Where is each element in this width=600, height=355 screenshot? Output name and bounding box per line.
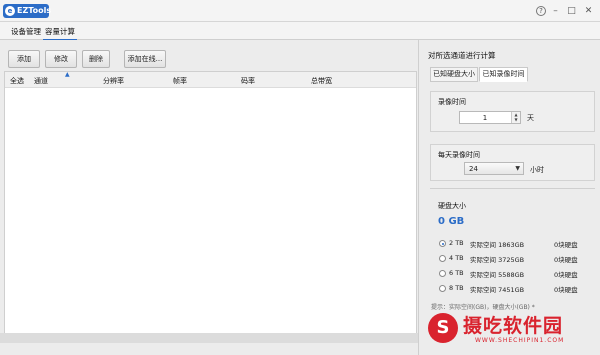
select-all-header[interactable]: 全选 — [10, 76, 24, 86]
edit-button[interactable]: 修改 — [45, 50, 77, 68]
app-title: EZTools — [17, 6, 52, 15]
daily-hours-select[interactable]: 24 ▼ — [464, 162, 524, 175]
record-days-unit: 天 — [527, 114, 534, 122]
app-logo-icon: e — [5, 6, 15, 16]
panel-title: 对所选通道进行计算 — [428, 51, 496, 60]
tab-device-management[interactable]: 设备管理 — [11, 26, 41, 37]
disk-option-6tb[interactable]: 6 TB 实际空间 5588GB 0块硬盘 — [439, 268, 589, 280]
daily-hours-unit: 小时 — [530, 166, 544, 174]
disk-option-2tb[interactable]: 2 TB 实际空间 1863GB 0块硬盘 — [439, 238, 589, 250]
bitrate-header[interactable]: 码率 — [241, 76, 255, 86]
total-bandwidth-header[interactable]: 总带宽 — [311, 76, 332, 86]
disk-option-real: 实际空间 5588GB — [470, 271, 525, 279]
add-button[interactable]: 添加 — [8, 50, 40, 68]
main-tabs: 设备管理 容量计算 — [0, 22, 600, 41]
disk-option-real: 实际空间 7451GB — [470, 286, 525, 294]
divider — [430, 188, 595, 189]
maximize-icon[interactable]: □ — [566, 6, 577, 17]
record-days-stepper[interactable]: 1 ▲ ▼ — [459, 111, 521, 124]
resolution-header[interactable]: 分辨率 — [103, 76, 124, 86]
daily-hours-value[interactable]: 24 — [469, 165, 478, 173]
disk-option-size: 2 TB — [449, 239, 464, 247]
disk-option-4tb[interactable]: 4 TB 实际空间 3725GB 0块硬盘 — [439, 253, 589, 265]
delete-button[interactable]: 删除 — [82, 50, 110, 68]
record-days-group: 录像时间 1 ▲ ▼ 天 — [430, 91, 595, 132]
disk-option-size: 6 TB — [449, 269, 464, 277]
record-days-label: 录像时间 — [438, 98, 466, 106]
disk-option-count: 0块硬盘 — [554, 271, 578, 279]
disk-option-size: 4 TB — [449, 254, 464, 262]
disk-total-value: 0 GB — [438, 216, 465, 227]
disk-option-count: 0块硬盘 — [554, 256, 578, 264]
close-icon[interactable]: ✕ — [583, 6, 594, 17]
radio-button[interactable] — [439, 240, 446, 247]
app-logo: e EZTools — [3, 4, 52, 18]
table-header: 全选 通道 ▲ 分辨率 帧率 码率 总带宽 — [5, 71, 416, 88]
radio-button[interactable] — [439, 270, 446, 277]
title-bar: e EZTools ? – □ ✕ — [0, 0, 600, 22]
daily-hours-group: 每天录像时间 24 ▼ 小时 — [430, 144, 595, 181]
tab-known-record-time[interactable]: 已知录像时间 — [479, 67, 528, 82]
disk-option-8tb[interactable]: 8 TB 实际空间 7451GB 0块硬盘 — [439, 283, 589, 295]
stepper-arrows-icon[interactable]: ▲ ▼ — [511, 112, 520, 123]
horizontal-scrollbar[interactable] — [0, 333, 418, 343]
disk-option-count: 0块硬盘 — [554, 286, 578, 294]
disk-option-count: 0块硬盘 — [554, 241, 578, 249]
minimize-icon[interactable]: – — [550, 6, 561, 17]
watermark: S 摄吃软件园 WWW.SHECHIPIN1.COM — [408, 305, 600, 355]
disk-option-real: 实际空间 1863GB — [470, 241, 525, 249]
channel-area: 添加 修改 删除 添加在线... 全选 通道 ▲ 分辨率 帧率 码率 总带宽 — [0, 40, 418, 355]
disk-option-size: 8 TB — [449, 284, 464, 292]
watermark-logo-icon: S — [428, 313, 458, 343]
radio-button[interactable] — [439, 255, 446, 262]
daily-hours-label: 每天录像时间 — [438, 151, 480, 159]
framerate-header[interactable]: 帧率 — [173, 76, 187, 86]
chevron-down-icon[interactable]: ▼ — [515, 165, 520, 172]
channel-header[interactable]: 通道 — [34, 76, 48, 86]
watermark-url: WWW.SHECHIPIN1.COM — [475, 337, 565, 344]
watermark-text: 摄吃软件园 — [463, 315, 564, 337]
radio-button[interactable] — [439, 285, 446, 292]
sort-indicator-icon: ▲ — [65, 71, 70, 78]
disk-size-label: 硬盘大小 — [438, 202, 466, 210]
disk-size-group: 硬盘大小 0 GB 2 TB 实际空间 1863GB 0块硬盘 4 TB 实际空… — [430, 197, 595, 315]
disk-option-real: 实际空间 3725GB — [470, 256, 525, 264]
tab-known-disk-size[interactable]: 已知硬盘大小 — [430, 67, 478, 82]
help-icon[interactable]: ? — [536, 6, 546, 16]
tab-capacity-calculation[interactable]: 容量计算 — [43, 26, 77, 41]
add-online-button[interactable]: 添加在线... — [124, 50, 166, 68]
record-days-value[interactable]: 1 — [460, 114, 510, 122]
channel-table[interactable]: 全选 通道 ▲ 分辨率 帧率 码率 总带宽 — [4, 71, 417, 338]
